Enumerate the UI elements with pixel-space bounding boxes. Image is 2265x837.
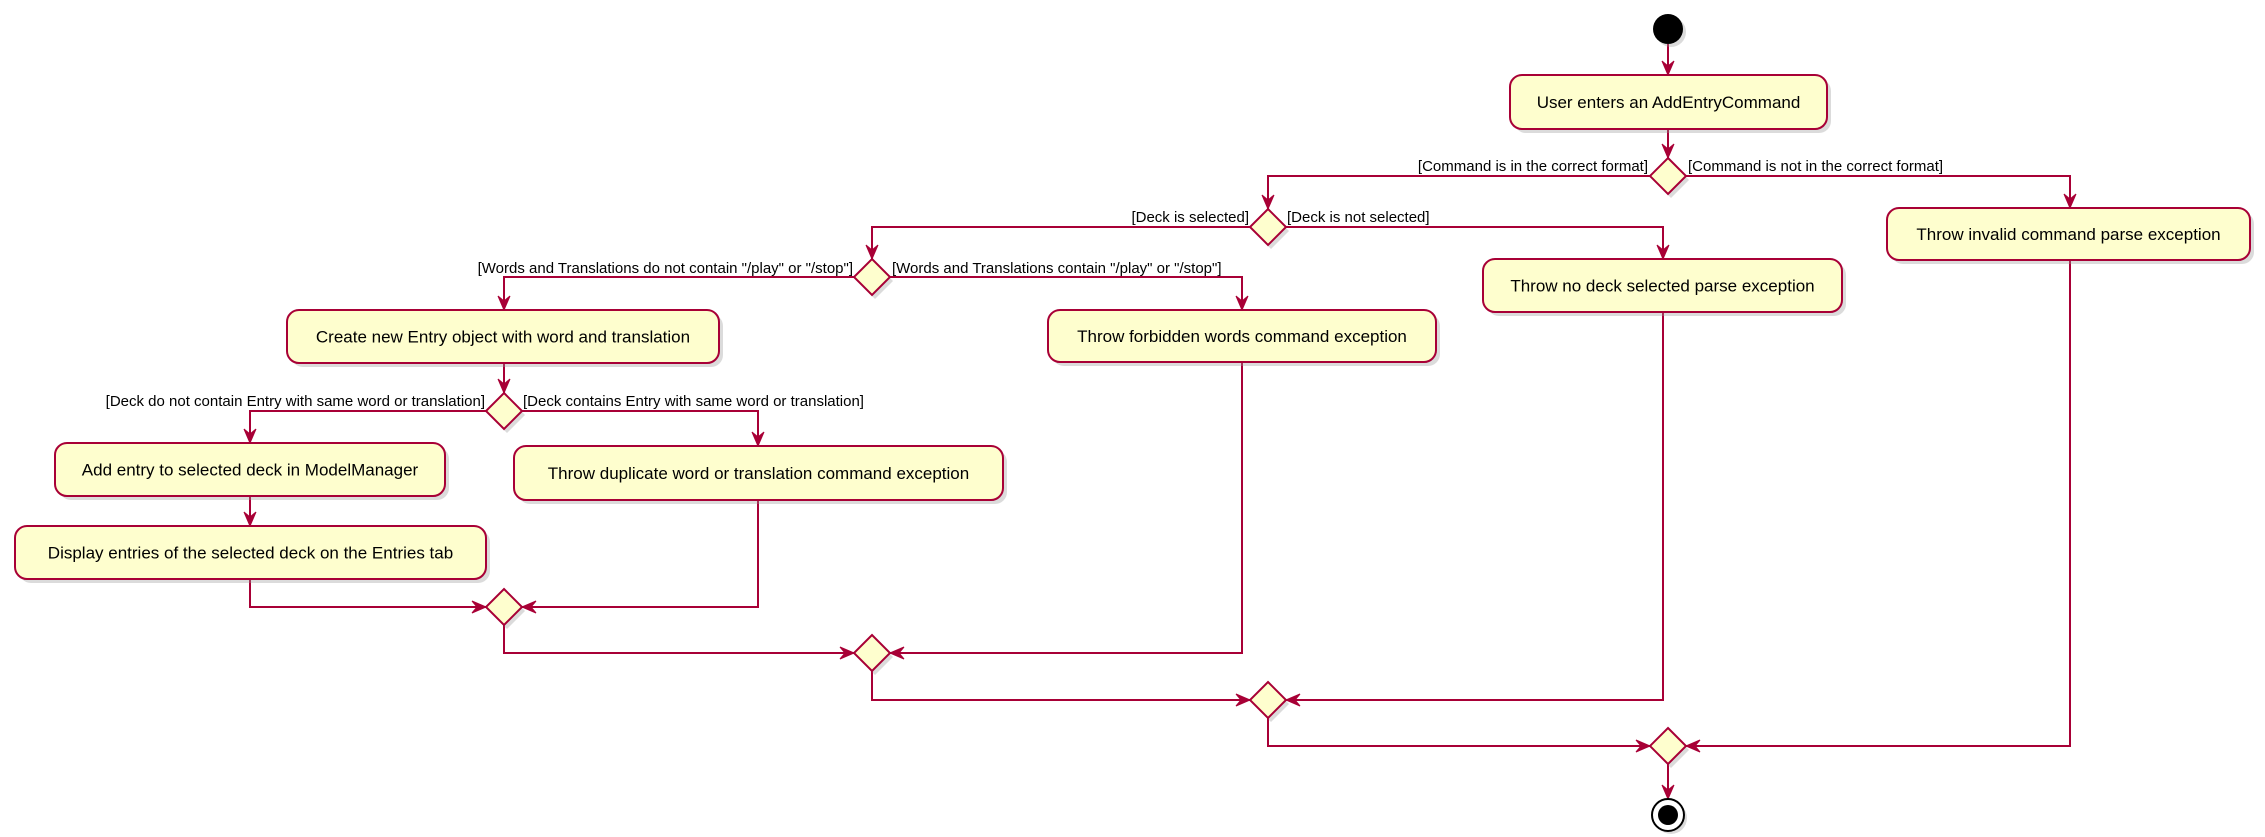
activity-throw-forbidden: Throw forbidden words command exception [1047, 309, 1440, 366]
guard-format-ok: [Command is in the correct format] [1418, 158, 1648, 175]
edge-format-ok [1267, 175, 1650, 209]
diamond-shape [484, 391, 524, 431]
edge-dup-to-merge1 [522, 500, 759, 608]
edge-merge3-to-merge4 [1267, 718, 1650, 747]
start-node [1653, 14, 1683, 44]
edge-deck-selected [871, 226, 1250, 259]
activity-throw-no-deck: Throw no deck selected parse exception [1482, 258, 1846, 316]
edge-deck-not-selected [1286, 226, 1664, 259]
edge-words-ok [503, 276, 854, 310]
diamond-shape [852, 633, 892, 673]
activity-create-entry: Create new Entry object with word and tr… [286, 309, 723, 367]
activity-label: Throw duplicate word or translation comm… [548, 464, 969, 483]
decision-duplicate-diamond [484, 391, 525, 433]
diamond-shape [1648, 726, 1688, 766]
guard-deck-selected: [Deck is selected] [1131, 209, 1249, 226]
guard-deck-not-selected: [Deck is not selected] [1287, 209, 1430, 226]
edge-forbidden-to-merge2 [890, 362, 1243, 654]
edge-display-to-merge1 [249, 579, 486, 608]
edge-nodeck-to-merge3 [1286, 312, 1664, 701]
diamond-shape [484, 587, 524, 627]
activity-diagram: User enters an AddEntryCommand Create new… [14, 14, 2254, 834]
guard-duplicate: [Deck contains Entry with same word or t… [523, 393, 864, 410]
activity-throw-duplicate: Throw duplicate word or translation comm… [513, 445, 1007, 504]
activity-add-entry: Add entry to selected deck in ModelManag… [54, 442, 449, 500]
activity-throw-invalid: Throw invalid command parse exception [1886, 207, 2254, 264]
merge-2-diamond [852, 633, 893, 675]
edge-words-bad [890, 276, 1243, 310]
activity-label: Create new Entry object with word and tr… [316, 328, 690, 347]
activity-label: Throw forbidden words command exception [1077, 327, 1407, 346]
guard-no-duplicate: [Deck do not contain Entry with same wor… [106, 393, 485, 410]
guard-words-bad: [Words and Translations contain "/play" … [892, 260, 1222, 277]
guard-format-bad: [Command is not in the correct format] [1688, 158, 1943, 175]
activity-label: Throw no deck selected parse exception [1510, 277, 1814, 296]
activity-label: Add entry to selected deck in ModelManag… [82, 461, 419, 480]
diamond-shape [1248, 207, 1288, 247]
guard-words-ok: [Words and Translations do not contain "… [478, 260, 853, 277]
decision-format-diamond [1648, 156, 1689, 198]
activity-display-entries: Display entries of the selected deck on … [14, 525, 490, 583]
edge-format-bad [1686, 175, 2071, 208]
merge-4-diamond [1648, 726, 1689, 768]
edge-merge1-to-merge2 [503, 625, 854, 654]
decision-words-diamond [852, 257, 893, 299]
activity-label: Display entries of the selected deck on … [48, 544, 453, 563]
diamond-shape [1248, 680, 1288, 720]
edge-no-duplicate [249, 410, 486, 443]
edge-duplicate [522, 410, 759, 446]
merge-3-diamond [1248, 680, 1289, 722]
diamond-shape [852, 257, 892, 297]
activity-user-enters: User enters an AddEntryCommand [1509, 74, 1831, 133]
edge-merge2-to-merge3 [871, 671, 1250, 701]
merge-1-diamond [484, 587, 525, 629]
nodes: User enters an AddEntryCommand Create new… [14, 14, 2254, 834]
edge-invalid-to-merge4 [1686, 260, 2071, 747]
diamond-shape [1648, 156, 1688, 196]
activity-label: User enters an AddEntryCommand [1537, 93, 1801, 112]
activity-label: Throw invalid command parse exception [1916, 225, 2220, 244]
end-node-inner [1658, 805, 1678, 825]
decision-deck-diamond [1248, 207, 1289, 249]
